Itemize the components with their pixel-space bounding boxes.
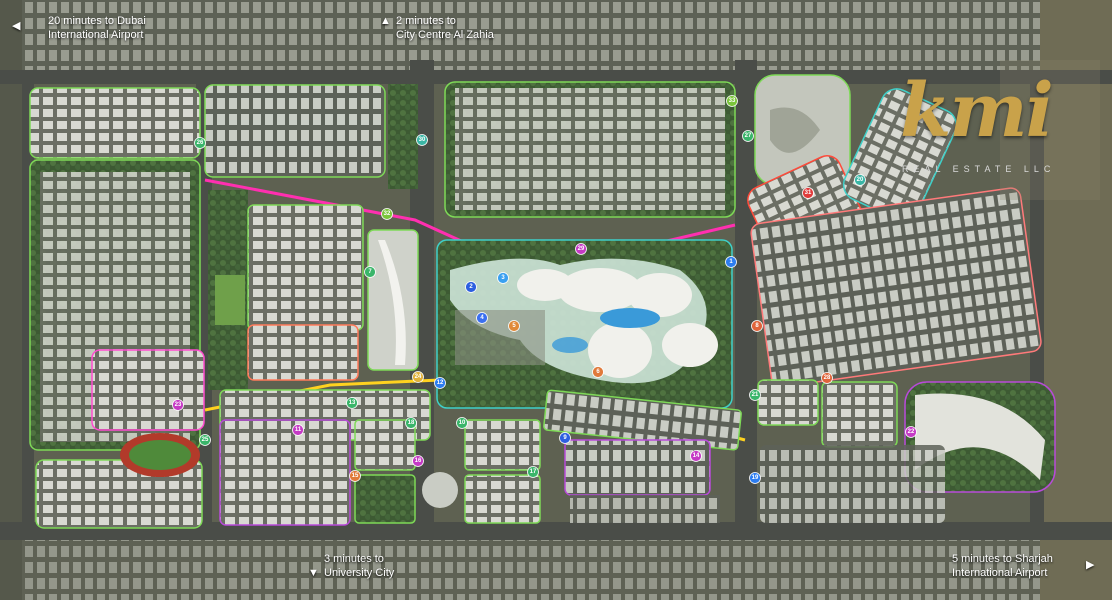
site-marker-20: 20 [854,174,866,186]
site-marker-label: 10 [459,420,466,426]
left-arrow-icon: ◀ [12,20,21,32]
sharjah-airport-line1: 5 minutes to Sharjah [952,553,1053,565]
site-marker-5: 5 [508,320,520,332]
site-marker-6: 6 [592,366,604,378]
site-marker-label: 26 [197,140,204,146]
site-marker-29: 29 [575,243,587,255]
site-marker-28: 28 [821,372,833,384]
site-marker-label: 12 [437,380,444,386]
site-marker-4: 4 [476,312,488,324]
sharjah-airport-callout: 5 minutes to Sharjah International Airpo… [952,552,1094,580]
site-marker-18: 18 [405,417,417,429]
site-marker-2: 2 [465,281,477,293]
right-arrow-icon: ▶ [1086,559,1095,571]
site-marker-label: 33 [729,98,736,104]
site-marker-14: 14 [690,450,702,462]
site-marker-23: 23 [172,399,184,411]
city-centre-line1: 2 minutes to [396,15,456,27]
site-marker-11: 11 [292,424,304,436]
university-city-line2: University City [324,567,395,579]
kmi-logo: kmi REAL ESTATE LLC [896,66,1086,186]
site-marker-label: 28 [824,375,831,381]
logo-subtitle: REAL ESTATE LLC [902,164,1056,174]
site-marker-15: 15 [349,470,361,482]
site-marker-27: 27 [742,130,754,142]
site-marker-label: 31 [805,190,812,196]
masterplan-map: 1 2 3 4 5 6 7 8 9 10 11 12 13 14 15 16 17 18 19 20 21 22 23 24 2… [0,0,1112,600]
site-marker-32: 32 [381,208,393,220]
west-district [29,87,205,529]
site-marker-7: 7 [364,266,376,278]
site-marker-17: 17 [527,466,539,478]
site-marker-1: 1 [725,256,737,268]
site-marker-30: 30 [416,134,428,146]
site-marker-label: 19 [752,475,759,481]
dubai-airport-line1: 20 minutes to Dubai [48,15,146,27]
site-marker-label: 25 [202,437,209,443]
site-marker-24: 24 [412,371,424,383]
site-marker-label: 14 [693,453,700,459]
site-marker-label: 15 [352,473,359,479]
dubai-airport-line2: International Airport [48,29,144,41]
dubai-airport-callout: ◀ 20 minutes to Dubai International Airp… [10,14,146,42]
site-marker-label: 30 [419,137,426,143]
site-marker-16: 16 [412,455,424,467]
site-marker-12: 12 [434,377,446,389]
site-marker-label: 27 [745,133,752,139]
site-marker-label: 17 [530,469,537,475]
site-marker-label: 29 [578,246,585,252]
logo-wordmark: kmi [900,68,1054,154]
site-marker-label: 32 [384,211,391,217]
site-marker-label: 23 [175,402,182,408]
site-marker-label: 24 [415,374,422,380]
site-marker-13: 13 [346,397,358,409]
site-marker-25: 25 [199,434,211,446]
site-marker-label: 22 [908,429,915,435]
city-centre-callout: ▲ 2 minutes to City Centre Al Zahia [380,14,494,42]
site-marker-label: 18 [408,420,415,426]
site-marker-22: 22 [905,426,917,438]
site-marker-8: 8 [751,320,763,332]
city-centre-line2: City Centre Al Zahia [396,29,494,41]
site-marker-label: 21 [752,392,759,398]
university-city-line1: 3 minutes to [324,553,384,565]
site-marker-3: 3 [497,272,509,284]
sharjah-airport-line2: International Airport [952,567,1048,579]
site-marker-label: 13 [349,400,356,406]
university-city-callout: ▼ 3 minutes to University City [308,552,394,580]
site-marker-label: 20 [857,177,864,183]
central-park [436,239,733,409]
site-marker-26: 26 [194,137,206,149]
site-marker-label: 11 [295,427,302,433]
down-arrow-icon: ▼ [308,567,319,579]
site-marker-21: 21 [749,389,761,401]
site-marker-31: 31 [802,187,814,199]
site-marker-33: 33 [726,95,738,107]
site-marker-19: 19 [749,472,761,484]
up-arrow-icon: ▲ [380,15,391,27]
site-marker-label: 16 [415,458,422,464]
site-marker-9: 9 [559,432,571,444]
site-marker-10: 10 [456,417,468,429]
